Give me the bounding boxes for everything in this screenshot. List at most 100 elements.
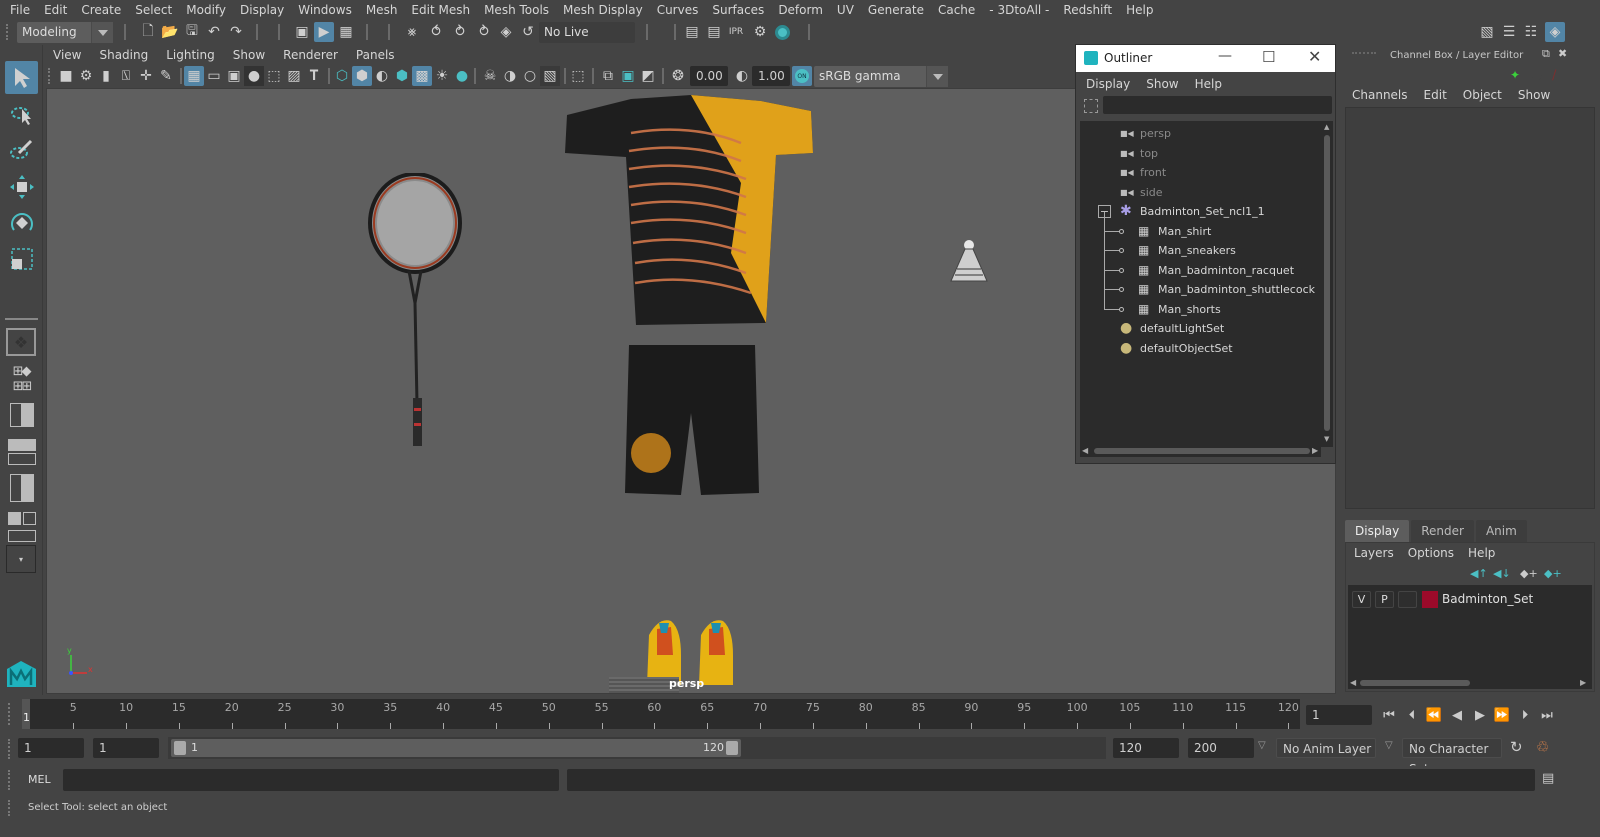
outliner-vertical-scrollbar[interactable]: ▲ ▼ xyxy=(1321,121,1333,447)
shirt-mesh[interactable] xyxy=(561,93,821,343)
graph-persp-layout-button[interactable] xyxy=(5,438,38,466)
range-slider-bar[interactable]: 1 120 xyxy=(171,739,741,757)
bookmark-icon[interactable]: ▮ xyxy=(96,66,116,86)
outliner-menu-display[interactable]: Display xyxy=(1086,77,1130,91)
grip[interactable] xyxy=(8,703,12,725)
outliner-item[interactable]: ■◀ front xyxy=(1080,163,1321,182)
float-icon[interactable]: ⧉ xyxy=(1542,47,1550,61)
range-end-handle[interactable] xyxy=(726,741,738,755)
badminton-racquet-mesh[interactable] xyxy=(365,173,465,453)
sync-icon[interactable]: ◑ xyxy=(1531,68,1542,83)
toolbar-grip[interactable] xyxy=(48,68,52,84)
menu-help[interactable]: Help xyxy=(1126,3,1153,17)
toolbar-grip[interactable] xyxy=(6,24,10,40)
layer-menu-help[interactable]: Help xyxy=(1468,546,1495,560)
hypershade-icon[interactable] xyxy=(772,22,792,42)
step-forward-key-icon[interactable]: ⏩ xyxy=(1493,706,1511,724)
menu-mesh[interactable]: Mesh xyxy=(366,3,398,17)
outliner-item[interactable]: ▦ Man_badminton_shuttlecock xyxy=(1080,270,1321,299)
outliner-horizontal-scrollbar[interactable]: ◀ ▶ xyxy=(1080,445,1321,457)
go-to-start-icon[interactable]: ⏮ xyxy=(1380,706,1398,724)
rotate-tool-button[interactable] xyxy=(5,206,38,239)
shorts-mesh[interactable] xyxy=(621,343,761,503)
channelbox-menu-edit[interactable]: Edit xyxy=(1424,88,1447,102)
anim-preferences-icon[interactable]: ♲ xyxy=(1536,738,1549,756)
gate-mask-icon[interactable]: ● xyxy=(244,66,264,86)
menu-mesh-tools[interactable]: Mesh Tools xyxy=(484,3,549,17)
channelbox-menu-channels[interactable]: Channels xyxy=(1352,88,1408,102)
playback-toggle[interactable]: P xyxy=(1375,591,1394,608)
grip[interactable] xyxy=(8,770,12,790)
screen-space-ao-icon[interactable]: ☠ xyxy=(480,66,500,86)
wireframe-icon[interactable]: ⬡ xyxy=(332,66,352,86)
color-space-dropdown[interactable]: sRGB gamma xyxy=(814,66,948,87)
layout-dropdown-button[interactable]: ▾ xyxy=(6,545,36,573)
motion-blur-icon[interactable]: ◑ xyxy=(500,66,520,86)
end-time-field[interactable]: 200 xyxy=(1188,738,1254,758)
playback-start-field[interactable]: 1 xyxy=(93,738,159,758)
tab-anim[interactable]: Anim xyxy=(1475,520,1527,542)
range-start-handle[interactable] xyxy=(174,741,186,755)
isolate-select-icon[interactable]: ⬚ xyxy=(568,66,588,86)
graph-outliner-layout-button[interactable] xyxy=(5,511,38,542)
layer-row[interactable]: V P Badminton_Set xyxy=(1352,591,1588,609)
step-back-frame-icon[interactable]: ⏴ xyxy=(1403,706,1421,724)
default-lighting-icon[interactable]: ◐ xyxy=(372,66,392,86)
layer-color-swatch[interactable] xyxy=(1422,591,1438,608)
tool-settings-icon[interactable]: ☷ xyxy=(1521,22,1541,42)
minimize-icon[interactable]: — xyxy=(1218,48,1232,64)
smooth-shade-icon[interactable]: ⬢ xyxy=(352,66,372,86)
grease-pencil-icon[interactable]: ✎ xyxy=(156,66,176,86)
select-by-object-icon[interactable]: ▶ xyxy=(314,22,334,42)
close-icon[interactable]: ✖ xyxy=(1558,47,1567,60)
play-forwards-icon[interactable]: ▶ xyxy=(1471,706,1489,724)
tab-render[interactable]: Render xyxy=(1411,520,1474,542)
script-language-toggle[interactable]: MEL xyxy=(28,773,51,786)
viewport-menu-show[interactable]: Show xyxy=(233,48,265,62)
menu-display[interactable]: Display xyxy=(240,3,284,17)
viewport-menu-lighting[interactable]: Lighting xyxy=(166,48,215,62)
outliner-menu-help[interactable]: Help xyxy=(1195,77,1222,91)
menu-deform[interactable]: Deform xyxy=(778,3,823,17)
make-live-icon[interactable]: ◈ xyxy=(496,22,516,42)
playback-end-field[interactable]: 120 xyxy=(1113,738,1179,758)
snap-point-icon[interactable]: ⥁ xyxy=(450,22,470,42)
snap-surface-icon[interactable]: ↺ xyxy=(518,22,538,42)
step-forward-frame-icon[interactable]: ⏵ xyxy=(1516,706,1534,724)
current-frame-marker[interactable]: 1 xyxy=(22,699,30,729)
live-surface-field[interactable]: No Live Surface xyxy=(539,22,635,60)
gamma-icon[interactable]: ◐ xyxy=(732,66,752,86)
outliner-item[interactable]: ■◀ side xyxy=(1080,183,1321,202)
render-settings-icon[interactable]: ⚙ xyxy=(750,22,770,42)
pin-icon[interactable]: ∕ xyxy=(1552,68,1556,83)
resolution-gate-icon[interactable]: ▣ xyxy=(224,66,244,86)
menu-surfaces[interactable]: Surfaces xyxy=(712,3,764,17)
select-tool-button[interactable] xyxy=(5,61,38,94)
exposure-field[interactable]: 0.00 xyxy=(690,66,728,86)
move-layer-down-icon[interactable]: ◀↓ xyxy=(1493,567,1511,580)
go-to-end-icon[interactable]: ⏭ xyxy=(1538,706,1556,724)
depth-of-field-icon[interactable]: ▧ xyxy=(540,66,560,86)
color-management-toggle[interactable]: ON xyxy=(792,66,812,86)
single-pane-layout-button[interactable]: ❖ xyxy=(6,328,36,356)
safe-title-icon[interactable]: 𝐓 xyxy=(304,66,324,86)
shadows-icon[interactable]: ● xyxy=(452,66,472,86)
select-camera-icon[interactable]: ■ xyxy=(56,66,76,86)
menu-edit-mesh[interactable]: Edit Mesh xyxy=(411,3,470,17)
menu-windows[interactable]: Windows xyxy=(298,3,352,17)
redo-icon[interactable]: ↷ xyxy=(226,22,246,42)
render-view-icon[interactable]: ▤ xyxy=(682,22,702,42)
wireframe-on-shaded-icon[interactable]: ⬢ xyxy=(392,66,412,86)
outliner-item[interactable]: −✱Badminton_Set_ncl1_1 xyxy=(1080,202,1321,221)
snap-curve-icon[interactable]: ⥀ xyxy=(426,22,446,42)
transform-axis-icon[interactable]: ✦ xyxy=(1510,68,1520,82)
render-frame-icon[interactable]: ▤ xyxy=(704,22,724,42)
move-layer-up-icon[interactable]: ◀↑ xyxy=(1470,567,1488,580)
scrollbar-thumb[interactable] xyxy=(1324,135,1330,431)
modeling-toolkit-icon[interactable]: ▧ xyxy=(1477,22,1497,42)
play-backwards-icon[interactable]: ◀ xyxy=(1448,706,1466,724)
2d-pan-zoom-icon[interactable]: ✛ xyxy=(136,66,156,86)
snap-view-plane-icon[interactable]: ⥁ xyxy=(474,22,494,42)
new-layer-icon[interactable]: ◆+ xyxy=(1520,567,1538,580)
range-slider-track[interactable]: 1 120 xyxy=(168,737,1106,759)
